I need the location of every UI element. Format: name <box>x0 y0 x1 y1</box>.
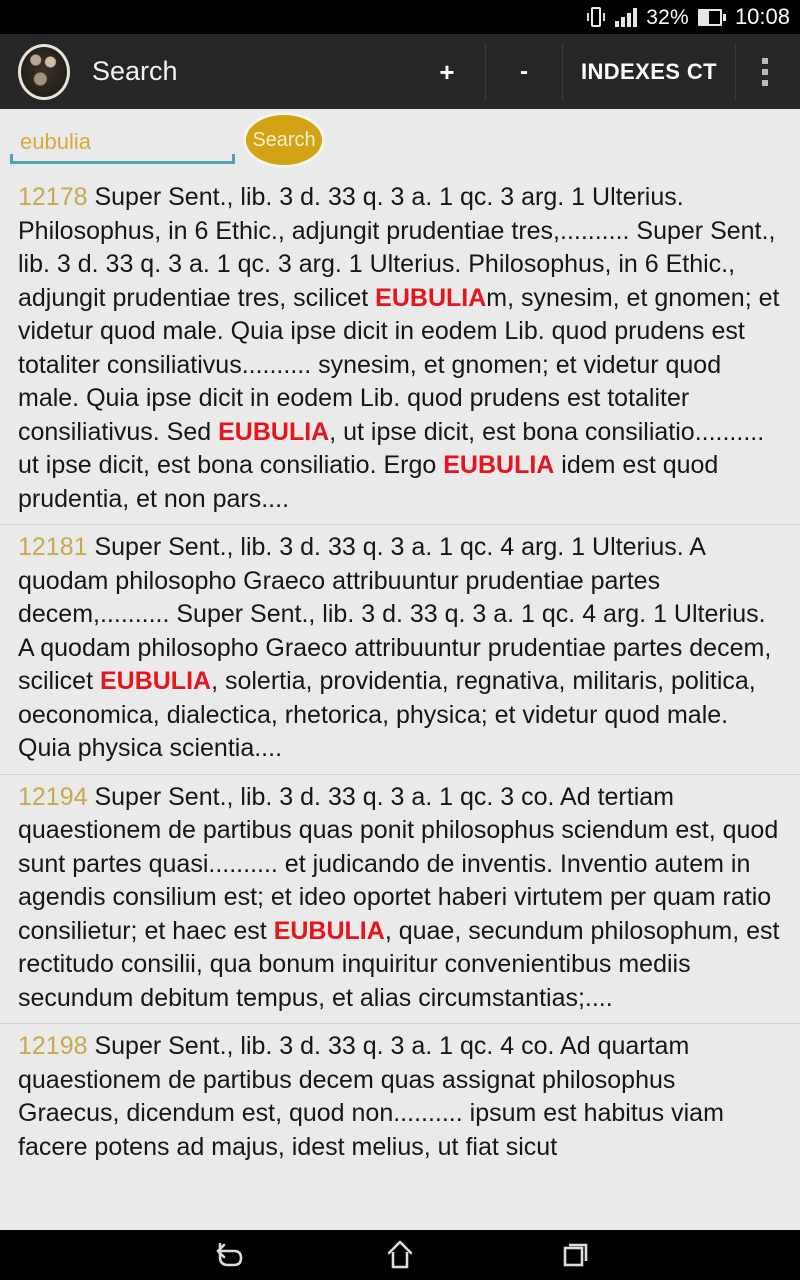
signal-bars-icon <box>615 7 638 27</box>
android-nav-bar <box>0 1230 800 1280</box>
battery-icon <box>697 8 726 26</box>
result-number: 12181 <box>18 533 88 561</box>
battery-percent-label: 32% <box>646 5 689 29</box>
avatar[interactable] <box>18 43 70 100</box>
result-text: 12198 Super Sent., lib. 3 d. 33 q. 3 a. … <box>18 1030 782 1164</box>
back-icon[interactable] <box>198 1235 254 1275</box>
page-title: Search <box>92 56 178 86</box>
app-toolbar: Search + - INDEXES CT <box>0 34 800 109</box>
indexes-ct-button[interactable]: INDEXES CT <box>563 43 735 101</box>
highlighted-term: EUBULIA <box>273 916 385 945</box>
recents-icon[interactable] <box>546 1235 602 1275</box>
search-results-list[interactable]: 12178 Super Sent., lib. 3 d. 33 q. 3 a. … <box>0 175 800 1230</box>
highlighted-term: EUBULIA <box>375 283 487 312</box>
clock-label: 10:08 <box>734 4 790 29</box>
result-number: 12194 <box>18 782 88 811</box>
result-text: 12181 Super Sent., lib. 3 d. 33 q. 3 a. … <box>18 531 782 766</box>
search-row <box>0 109 800 175</box>
list-item[interactable]: 12194 Super Sent., lib. 3 d. 33 q. 3 a. … <box>0 773 800 1024</box>
list-item[interactable]: 12181 Super Sent., lib. 3 d. 33 q. 3 a. … <box>0 524 800 774</box>
list-item[interactable]: 12198 Super Sent., lib. 3 d. 33 q. 3 a. … <box>0 1023 800 1172</box>
result-text: 12194 Super Sent., lib. 3 d. 33 q. 3 a. … <box>18 781 782 1016</box>
search-field-wrapper <box>10 123 235 165</box>
search-button-halo: Search <box>243 112 325 168</box>
overflow-menu-icon[interactable] <box>736 43 794 101</box>
zoom-in-button[interactable]: + <box>409 43 485 101</box>
highlighted-term: EUBULIA <box>99 667 212 695</box>
app-root: 32% 10:08 Search + - INDEXES CT Search 1… <box>0 0 800 1280</box>
result-number: 12198 <box>18 1032 88 1060</box>
highlighted-term: EUBULIA <box>218 417 330 446</box>
zoom-out-button[interactable]: - <box>486 43 562 101</box>
result-number: 12178 <box>18 183 88 211</box>
status-bar: 32% 10:08 <box>0 0 800 34</box>
search-field-underline <box>10 154 235 164</box>
result-text: 12178 Super Sent., lib. 3 d. 33 q. 3 a. … <box>18 181 782 516</box>
vibrate-icon <box>587 6 606 28</box>
list-item[interactable]: 12178 Super Sent., lib. 3 d. 33 q. 3 a. … <box>0 175 800 524</box>
result-snippet: Super Sent., lib. 3 d. 33 q. 3 a. 1 qc. … <box>18 1032 724 1161</box>
search-button[interactable]: Search <box>246 115 322 165</box>
home-icon[interactable] <box>372 1235 428 1275</box>
highlighted-term: EUBULIA <box>443 451 555 479</box>
